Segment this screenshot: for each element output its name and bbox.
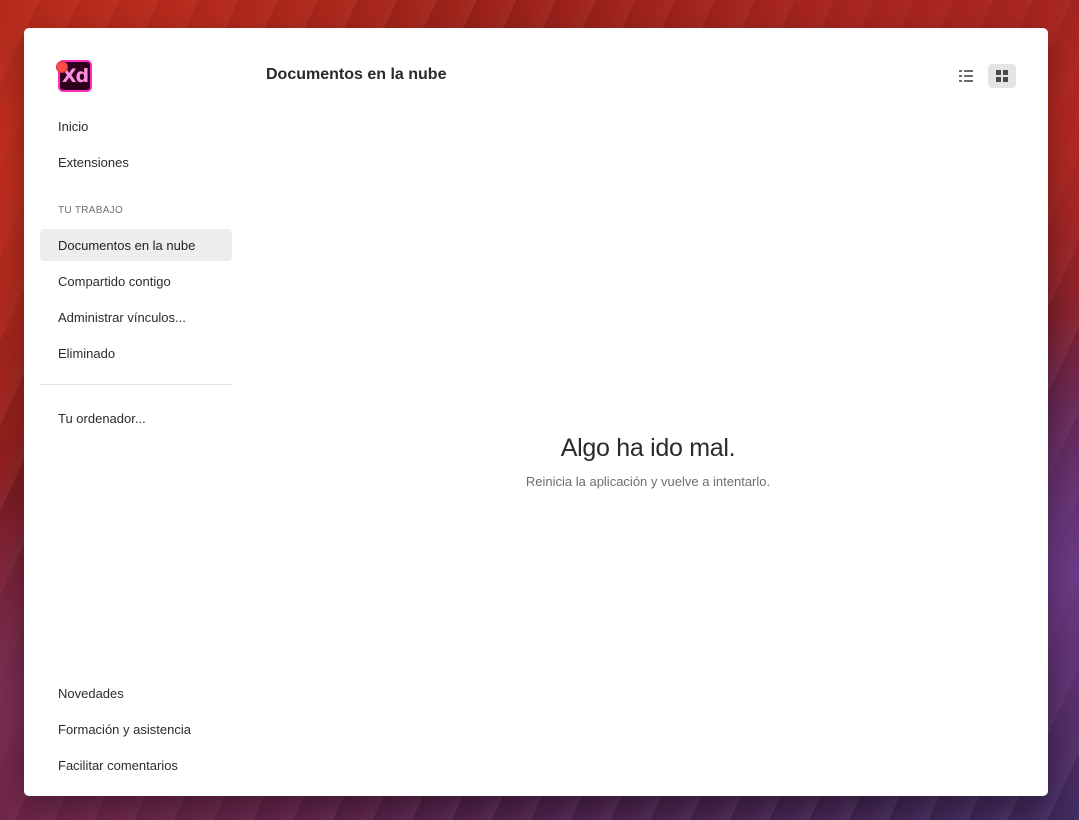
sidebar-item-administrar-vinculos[interactable]: Administrar vínculos... <box>40 301 232 333</box>
sidebar-item-label: Tu ordenador... <box>58 410 146 426</box>
sidebar-item-label: Formación y asistencia <box>58 721 191 737</box>
grid-view-button[interactable] <box>988 64 1016 88</box>
close-window-button[interactable] <box>56 61 68 73</box>
app-window: Xd Inicio Extensiones TU TRABAJO Documen… <box>24 28 1048 796</box>
sidebar-item-label: Administrar vínculos... <box>58 309 186 325</box>
sidebar-item-label: Compartido contigo <box>58 273 171 289</box>
sidebar-divider <box>40 384 232 385</box>
list-view-icon <box>959 70 973 82</box>
sidebar-item-label: Eliminado <box>58 345 116 361</box>
sidebar-item-tu-ordenador[interactable]: Tu ordenador... <box>40 402 232 434</box>
sidebar-item-label: Inicio <box>58 118 89 134</box>
sidebar-item-compartido-contigo[interactable]: Compartido contigo <box>40 265 232 297</box>
section-heading-tu-trabajo: TU TRABAJO <box>58 205 124 216</box>
sidebar-item-label: Facilitar comentarios <box>58 757 178 773</box>
sidebar-item-label: Documentos en la nube <box>58 237 196 253</box>
sidebar-item-label: Extensiones <box>58 154 129 170</box>
list-view-button[interactable] <box>952 64 980 88</box>
sidebar-item-label: Novedades <box>58 685 124 701</box>
error-title: Algo ha ido mal. <box>560 434 736 462</box>
sidebar-item-inicio[interactable]: Inicio <box>40 110 232 142</box>
sidebar-item-eliminado[interactable]: Eliminado <box>40 337 232 369</box>
sidebar-item-formacion-y-asistencia[interactable]: Formación y asistencia <box>40 713 232 745</box>
page-title: Documentos en la nube <box>266 66 447 83</box>
error-message: Reinicia la aplicación y vuelve a intent… <box>525 474 771 489</box>
sidebar-item-facilitar-comentarios[interactable]: Facilitar comentarios <box>40 749 232 781</box>
sidebar-item-novedades[interactable]: Novedades <box>40 677 232 709</box>
sidebar-item-extensiones[interactable]: Extensiones <box>40 146 232 178</box>
sidebar-item-documentos-en-la-nube[interactable]: Documentos en la nube <box>40 229 232 261</box>
grid-view-icon <box>996 70 1008 82</box>
